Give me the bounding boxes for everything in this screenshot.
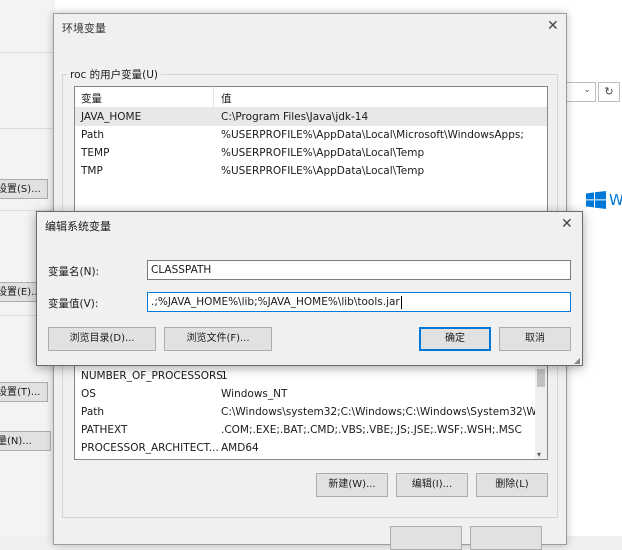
variable-value-text: .;%JAVA_HOME%\lib;%JAVA_HOME%\lib\tools.… — [151, 296, 400, 308]
cancel-button-partial[interactable] — [470, 526, 542, 550]
chevron-down-icon[interactable]: ▾ — [537, 450, 541, 459]
table-row[interactable]: TMP %USERPROFILE%\AppData\Local\Temp — [75, 162, 547, 180]
dialog-title: 环境变量 — [62, 22, 106, 35]
settings-t-button[interactable]: 设置(T)... — [0, 382, 48, 402]
dialog-body: 变量名(N): CLASSPATH 变量值(V): .;%JAVA_HOME%\… — [37, 236, 582, 365]
ok-button-partial[interactable] — [390, 526, 462, 550]
table-row[interactable]: OS Windows_NT — [75, 385, 547, 403]
table-row[interactable]: Path %USERPROFILE%\AppData\Local\Microso… — [75, 126, 547, 144]
table-row[interactable]: NUMBER_OF_PROCESSORS 1 — [75, 367, 547, 385]
table-row[interactable]: Path C:\Windows\system32;C:\Windows;C:\W… — [75, 403, 547, 421]
table-row[interactable]: PROCESSOR_ARCHITECT... AMD64 — [75, 439, 547, 457]
resize-grip-icon[interactable]: ◢ — [574, 356, 580, 365]
windows-logo-text: W — [609, 191, 622, 209]
table-row[interactable]: PATHEXT .COM;.EXE;.BAT;.CMD;.VBS;.VBE;.J… — [75, 421, 547, 439]
variable-value-input[interactable]: .;%JAVA_HOME%\lib;%JAVA_HOME%\lib\tools.… — [147, 292, 571, 312]
ok-button[interactable]: 确定 — [419, 327, 491, 351]
edit-system-variable-dialog: 编辑系统变量 ✕ 变量名(N): CLASSPATH 变量值(V): .;%JA… — [36, 211, 583, 366]
divider — [0, 52, 55, 53]
variable-name-label: 变量名(N): — [48, 266, 100, 278]
env-variables-button[interactable]: 量(N)... — [0, 431, 51, 451]
variable-name-input[interactable]: CLASSPATH — [147, 260, 571, 280]
new-variable-button[interactable]: 新建(W)... — [316, 473, 388, 497]
settings-s-button[interactable]: 设置(S)... — [0, 179, 48, 199]
column-header-name[interactable]: 变量 — [81, 91, 102, 106]
divider — [0, 128, 55, 129]
browse-directory-button[interactable]: 浏览目录(D)... — [48, 327, 156, 351]
user-variables-list[interactable]: 变量 值 JAVA_HOME C:\Program Files\Java\jdk… — [74, 86, 548, 218]
text-caret — [400, 295, 402, 309]
table-row[interactable]: TEMP %USERPROFILE%\AppData\Local\Temp — [75, 144, 547, 162]
user-variables-label: roc 的用户变量(U) — [67, 67, 161, 82]
scrollbar-thumb[interactable] — [537, 369, 545, 387]
cancel-button[interactable]: 取消 — [499, 327, 571, 351]
close-icon[interactable]: ✕ — [561, 216, 573, 232]
close-icon[interactable]: ✕ — [547, 18, 559, 34]
table-row[interactable]: JAVA_HOME C:\Program Files\Java\jdk-14 — [75, 108, 547, 126]
delete-variable-button[interactable]: 删除(L) — [476, 473, 548, 497]
system-variables-list[interactable]: NUMBER_OF_PROCESSORS 1 OS Windows_NT Pat… — [74, 364, 548, 460]
list-header: 变量 值 — [75, 87, 547, 108]
scrollbar[interactable]: ▾ — [535, 365, 547, 459]
windows-logo-icon — [586, 191, 606, 209]
dropdown-box[interactable]: ⌄ — [566, 82, 596, 102]
column-header-value[interactable]: 值 — [221, 91, 232, 106]
refresh-icon[interactable]: ↻ — [598, 82, 620, 102]
edit-variable-button[interactable]: 编辑(I)... — [396, 473, 468, 497]
browse-file-button[interactable]: 浏览文件(F)... — [164, 327, 272, 351]
dialog-title: 编辑系统变量 — [45, 220, 111, 233]
variable-value-label: 变量值(V): — [48, 298, 99, 310]
settings-e-button[interactable]: 设置(E)... — [0, 282, 40, 302]
chevron-down-icon: ⌄ — [583, 85, 591, 95]
